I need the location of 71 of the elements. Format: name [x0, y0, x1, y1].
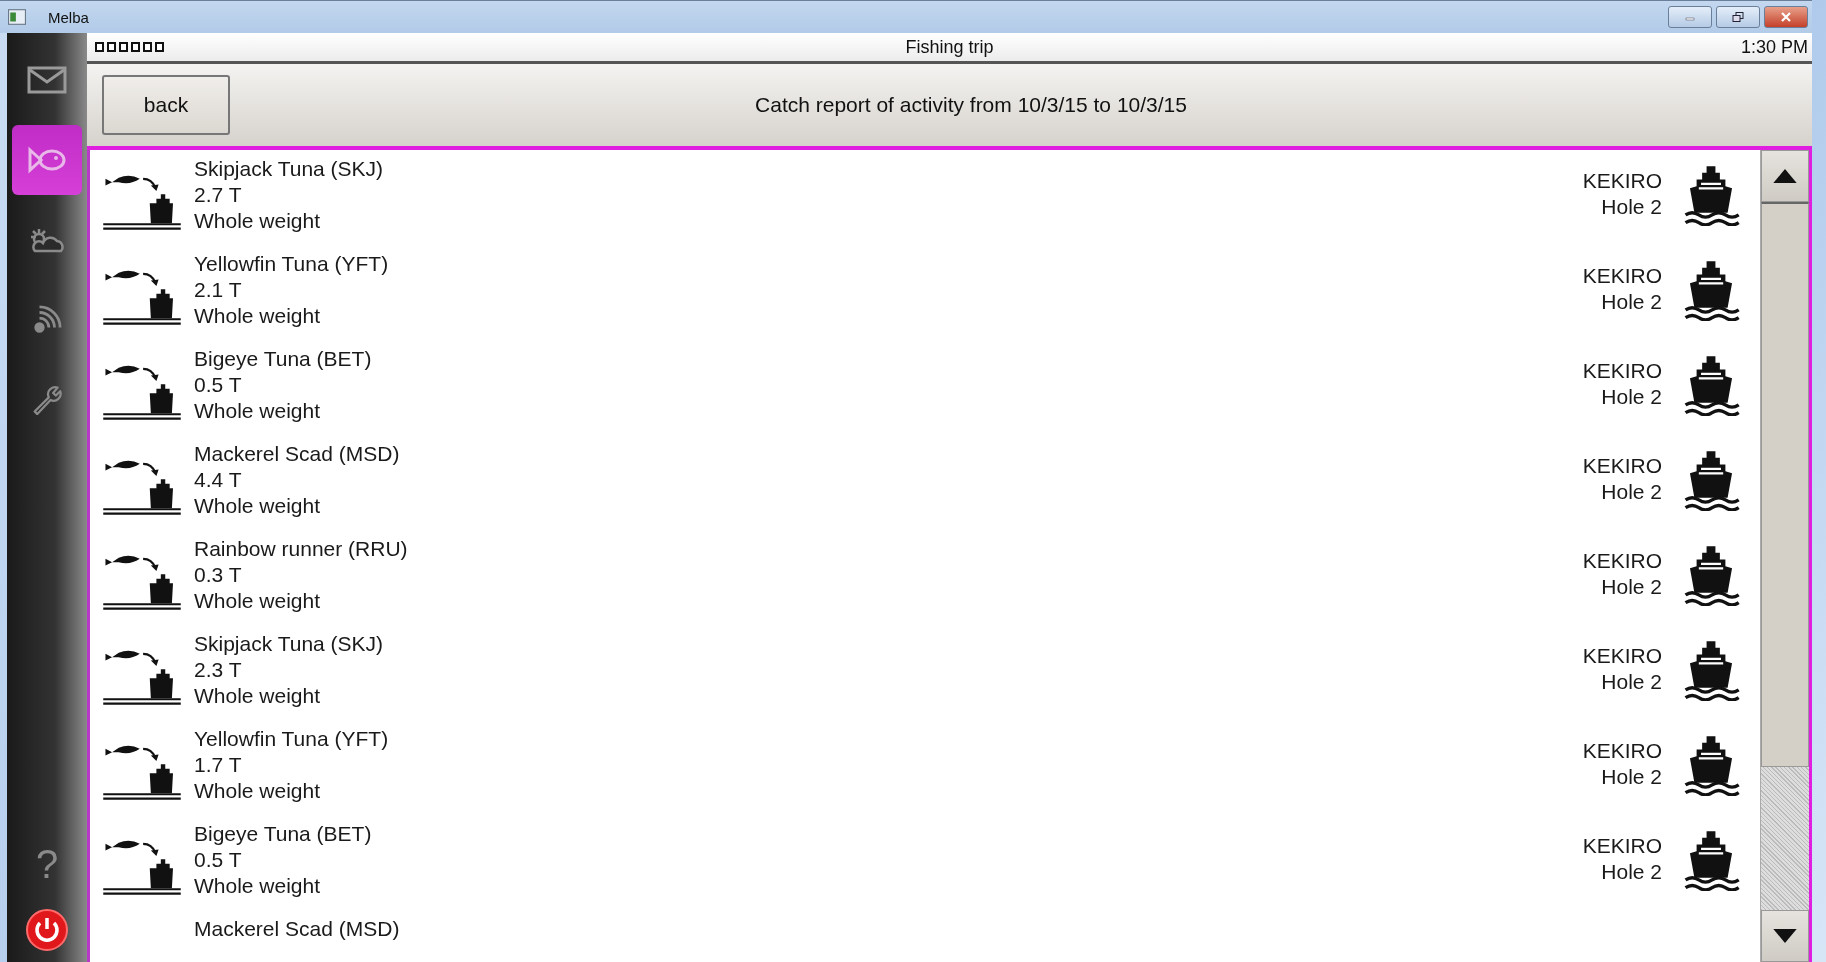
vessel-name: KEKIRO: [1582, 738, 1662, 764]
catch-weight: 0.5 T: [194, 372, 243, 398]
catch-weight: 1.7 T: [194, 752, 243, 778]
app-icon: [8, 9, 26, 25]
catch-weight: 0.3 T: [194, 562, 243, 588]
scroll-down-button[interactable]: [1761, 910, 1809, 962]
ship-icon: [1682, 164, 1740, 226]
scrollbar[interactable]: [1760, 150, 1809, 962]
help-button[interactable]: ?: [35, 844, 59, 884]
catch-weight: 0.5 T: [194, 847, 243, 873]
hold-name: Hole 2: [1601, 574, 1662, 600]
ship-icon: [1682, 354, 1740, 416]
dots-icon: [95, 42, 167, 52]
species-name: Skipjack Tuna (SKJ): [194, 631, 384, 657]
envelope-icon: [27, 65, 67, 95]
catch-weight: 4.4 T: [194, 467, 243, 493]
back-button[interactable]: back: [102, 75, 230, 135]
species-name: Mackerel Scad (MSD): [194, 441, 400, 467]
ship-icon: [1682, 259, 1740, 321]
hold-name: Hole 2: [1601, 669, 1662, 695]
weight-type: Whole weight: [194, 398, 322, 424]
hold-name: Hole 2: [1601, 194, 1662, 220]
scroll-up-button[interactable]: [1761, 150, 1809, 202]
close-icon: [1780, 12, 1792, 22]
scroll-thumb[interactable]: [1761, 202, 1809, 767]
ship-icon: [1682, 734, 1740, 796]
ship-icon: [1682, 449, 1740, 511]
vessel-name: KEKIRO: [1582, 168, 1662, 194]
ship-icon: [1682, 639, 1740, 701]
weight-type: Whole weight: [194, 303, 322, 329]
species-name: Rainbow runner (RRU): [194, 536, 408, 562]
screen-title: Fishing trip: [905, 36, 994, 58]
down-triangle-icon: [1773, 929, 1797, 943]
close-button[interactable]: [1764, 6, 1808, 28]
hold-name: Hole 2: [1601, 384, 1662, 410]
vessel-name: KEKIRO: [1582, 263, 1662, 289]
restore-icon: [1732, 12, 1744, 22]
vessel-name: KEKIRO: [1582, 548, 1662, 574]
ship-icon: [1682, 544, 1740, 606]
weight-type: Whole weight: [194, 493, 322, 519]
hold-name: Hole 2: [1601, 764, 1662, 790]
weight-type: Whole weight: [194, 208, 322, 234]
weight-type: Whole weight: [194, 873, 322, 899]
weight-type: Whole weight: [194, 588, 322, 614]
vessel-name: KEKIRO: [1582, 453, 1662, 479]
fish-icon: [27, 145, 67, 175]
species-name: Yellowfin Tuna (YFT): [194, 726, 389, 752]
up-triangle-icon: [1773, 169, 1797, 183]
species-name: Yellowfin Tuna (YFT): [194, 251, 389, 277]
vessel-name: KEKIRO: [1582, 643, 1662, 669]
fish-nav-item[interactable]: [12, 125, 82, 195]
vessel-name: KEKIRO: [1582, 358, 1662, 384]
hold-name: Hole 2: [1601, 859, 1662, 885]
window-title: Melba: [48, 8, 89, 26]
ship-icon: [1682, 829, 1740, 891]
catch-weight: 2.7 T: [194, 182, 243, 208]
species-name: Skipjack Tuna (SKJ): [194, 156, 384, 182]
catch-weight: 2.3 T: [194, 657, 243, 683]
report-title: Catch report of activity from 10/3/15 to 10/3/15: [754, 93, 1188, 117]
restore-button[interactable]: [1716, 6, 1760, 28]
clock-time: 1:30 PM: [1740, 36, 1808, 58]
species-name: Mackerel Scad (MSD): [194, 916, 400, 942]
hold-name: Hole 2: [1601, 289, 1662, 315]
weight-type: Whole weight: [194, 683, 322, 709]
species-name: Bigeye Tuna (BET): [194, 821, 372, 847]
hold-name: Hole 2: [1601, 479, 1662, 505]
species-name: Bigeye Tuna (BET): [194, 346, 372, 372]
power-icon[interactable]: [25, 908, 69, 952]
vessel-name: KEKIRO: [1582, 833, 1662, 859]
weight-type: Whole weight: [194, 778, 322, 804]
catch-weight: 2.1 T: [194, 277, 243, 303]
